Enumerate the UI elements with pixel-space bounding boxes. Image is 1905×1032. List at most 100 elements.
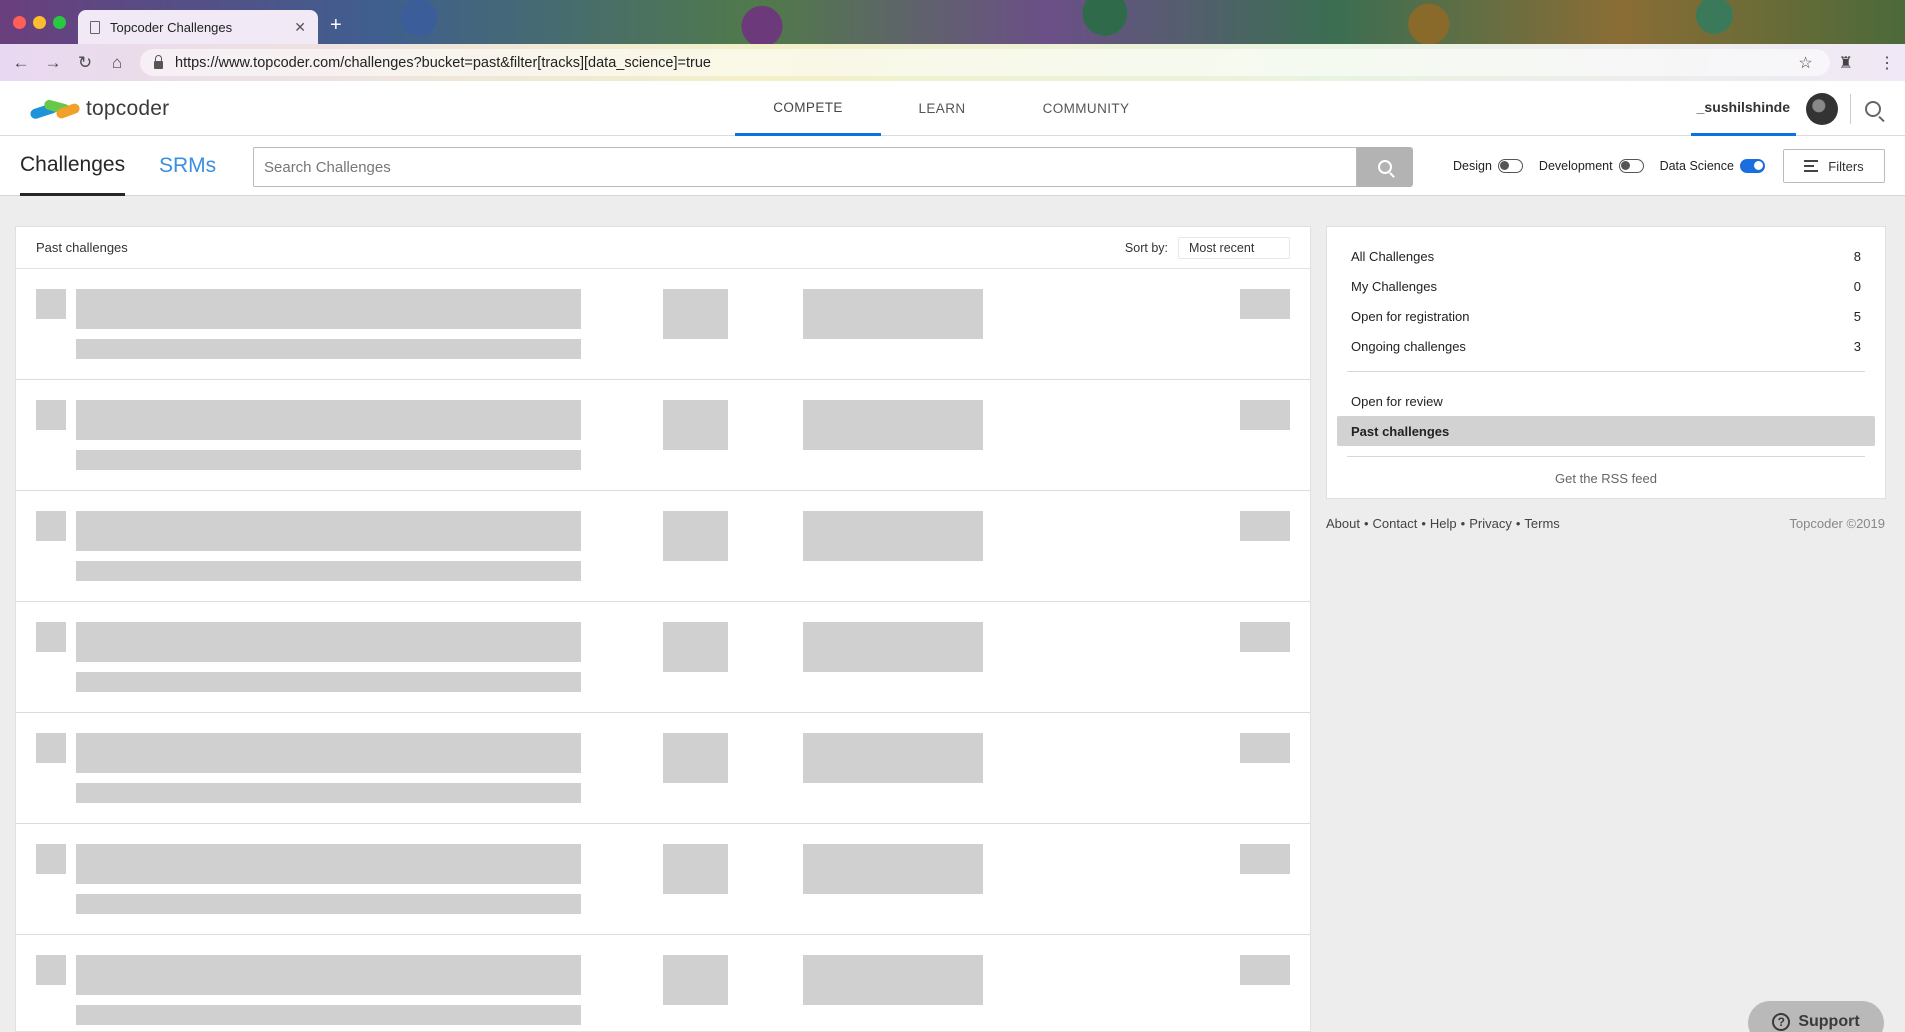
skeleton-placeholder: [76, 339, 581, 359]
loading-row: [16, 269, 1310, 380]
design-switch[interactable]: [1497, 159, 1523, 173]
list-header: Past challenges Sort by: Most recent: [16, 227, 1310, 269]
tab-srms[interactable]: SRMs: [159, 136, 216, 196]
skeleton-placeholder: [36, 400, 66, 430]
track-toggles: Design Development Data Science: [1453, 136, 1781, 196]
address-bar[interactable]: https://www.topcoder.com/challenges?buck…: [140, 49, 1830, 76]
loading-row: [16, 935, 1310, 1031]
footer-privacy[interactable]: Privacy: [1469, 516, 1512, 531]
bookmark-star-icon[interactable]: ☆: [1798, 53, 1812, 73]
skeleton-placeholder: [803, 622, 983, 672]
reload-icon[interactable]: ↻: [74, 53, 96, 73]
sort-select[interactable]: Most recent: [1178, 236, 1290, 259]
toggle-label-data-science: Data Science: [1659, 159, 1734, 173]
close-window-button[interactable]: [13, 16, 26, 29]
topcoder-logo[interactable]: topcoder: [29, 97, 170, 121]
nav-learn[interactable]: LEARN: [881, 81, 1003, 136]
home-icon[interactable]: ⌂: [106, 53, 128, 73]
challenge-buckets: All Challenges 8 My Challenges 0 Open fo…: [1326, 226, 1886, 499]
challenges-subheader: Challenges SRMs Design Development Data …: [0, 136, 1905, 196]
bucket-count: 0: [1853, 278, 1861, 294]
development-switch[interactable]: [1618, 159, 1644, 173]
bucket-label: All Challenges: [1351, 248, 1435, 264]
bucket-count: 8: [1853, 248, 1861, 264]
topcoder-logo-mark: [29, 98, 82, 121]
bucket-open-for-review[interactable]: Open for review: [1337, 386, 1875, 416]
rss-feed-link[interactable]: Get the RSS feed: [1337, 471, 1875, 486]
browser-tab[interactable]: Topcoder Challenges ✕: [78, 10, 318, 44]
lock-icon: [154, 54, 163, 69]
bucket-past-challenges[interactable]: Past challenges: [1337, 416, 1875, 446]
logo-text: topcoder: [86, 97, 170, 120]
skeleton-placeholder: [76, 400, 581, 440]
filters-label: Filters: [1828, 158, 1864, 174]
bucket-label: Ongoing challenges: [1351, 338, 1466, 354]
toggle-design[interactable]: Design: [1453, 159, 1523, 173]
minimize-window-button[interactable]: [33, 16, 46, 29]
username-link[interactable]: _sushilshinde: [1690, 81, 1796, 136]
header-divider: [1850, 93, 1851, 124]
data-science-switch[interactable]: [1739, 159, 1765, 173]
search-bar: [253, 147, 1413, 187]
back-arrow-icon[interactable]: ←: [10, 53, 32, 73]
skeleton-placeholder: [76, 511, 581, 551]
search-icon: [1378, 160, 1392, 174]
skeleton-placeholder: [803, 400, 983, 450]
skeleton-placeholder: [663, 955, 728, 1005]
search-button[interactable]: [1357, 147, 1413, 187]
new-tab-button[interactable]: +: [330, 14, 342, 37]
skeleton-placeholder: [803, 955, 983, 1005]
filters-button[interactable]: Filters: [1783, 149, 1885, 183]
tab-challenges[interactable]: Challenges: [20, 136, 126, 196]
loading-row: [16, 380, 1310, 491]
loading-row: [16, 713, 1310, 824]
skeleton-placeholder: [1240, 289, 1290, 319]
toggle-data-science[interactable]: Data Science: [1660, 159, 1765, 173]
bucket-all-challenges[interactable]: All Challenges 8: [1337, 241, 1875, 271]
bucket-open-for-registration[interactable]: Open for registration 5: [1337, 301, 1875, 331]
toggle-label-development: Development: [1538, 159, 1613, 173]
bucket-my-challenges[interactable]: My Challenges 0: [1337, 271, 1875, 301]
nav-community[interactable]: COMMUNITY: [1003, 81, 1169, 136]
loading-row: [16, 491, 1310, 602]
bucket-ongoing-challenges[interactable]: Ongoing challenges 3: [1337, 331, 1875, 361]
search-input[interactable]: [253, 147, 1357, 187]
skeleton-placeholder: [76, 955, 581, 995]
loading-row: [16, 824, 1310, 935]
footer-help[interactable]: Help: [1430, 516, 1457, 531]
nav-compete[interactable]: COMPETE: [735, 81, 881, 136]
avatar[interactable]: [1806, 92, 1838, 125]
extension-icon[interactable]: ♜: [1839, 53, 1853, 73]
close-tab-icon[interactable]: ✕: [294, 19, 306, 36]
skeleton-placeholder: [803, 289, 983, 339]
skeleton-placeholder: [803, 733, 983, 783]
skeleton-placeholder: [76, 844, 581, 884]
support-button[interactable]: ? Support: [1748, 1001, 1884, 1032]
skeleton-placeholder: [76, 450, 581, 470]
skeleton-placeholder: [663, 400, 728, 450]
browser-tab-title: Topcoder Challenges: [110, 19, 233, 35]
skeleton-placeholder: [76, 733, 581, 773]
skeleton-placeholder: [36, 289, 66, 319]
forward-arrow-icon[interactable]: →: [42, 53, 64, 73]
sidebar-divider: [1347, 371, 1865, 372]
bucket-label: My Challenges: [1351, 278, 1437, 294]
bucket-count: 3: [1853, 338, 1861, 354]
maximize-window-button[interactable]: [53, 16, 66, 29]
footer-links: About • Contact • Help • Privacy • Terms: [1326, 516, 1560, 531]
search-icon[interactable]: [1865, 100, 1881, 117]
footer-about[interactable]: About: [1326, 516, 1360, 531]
support-label: Support: [1798, 1013, 1860, 1030]
skeleton-placeholder: [663, 511, 728, 561]
skeleton-placeholder: [36, 955, 66, 985]
skeleton-placeholder: [663, 622, 728, 672]
footer-terms[interactable]: Terms: [1524, 516, 1559, 531]
footer-contact[interactable]: Contact: [1373, 516, 1418, 531]
skeleton-placeholder: [1240, 511, 1290, 541]
browser-menu-icon[interactable]: ⋮: [1879, 53, 1895, 73]
skeleton-placeholder: [36, 733, 66, 763]
toggle-development[interactable]: Development: [1539, 159, 1644, 173]
sort-label: Sort by:: [1124, 240, 1168, 255]
skeleton-placeholder: [76, 783, 581, 803]
skeleton-placeholder: [663, 289, 728, 339]
